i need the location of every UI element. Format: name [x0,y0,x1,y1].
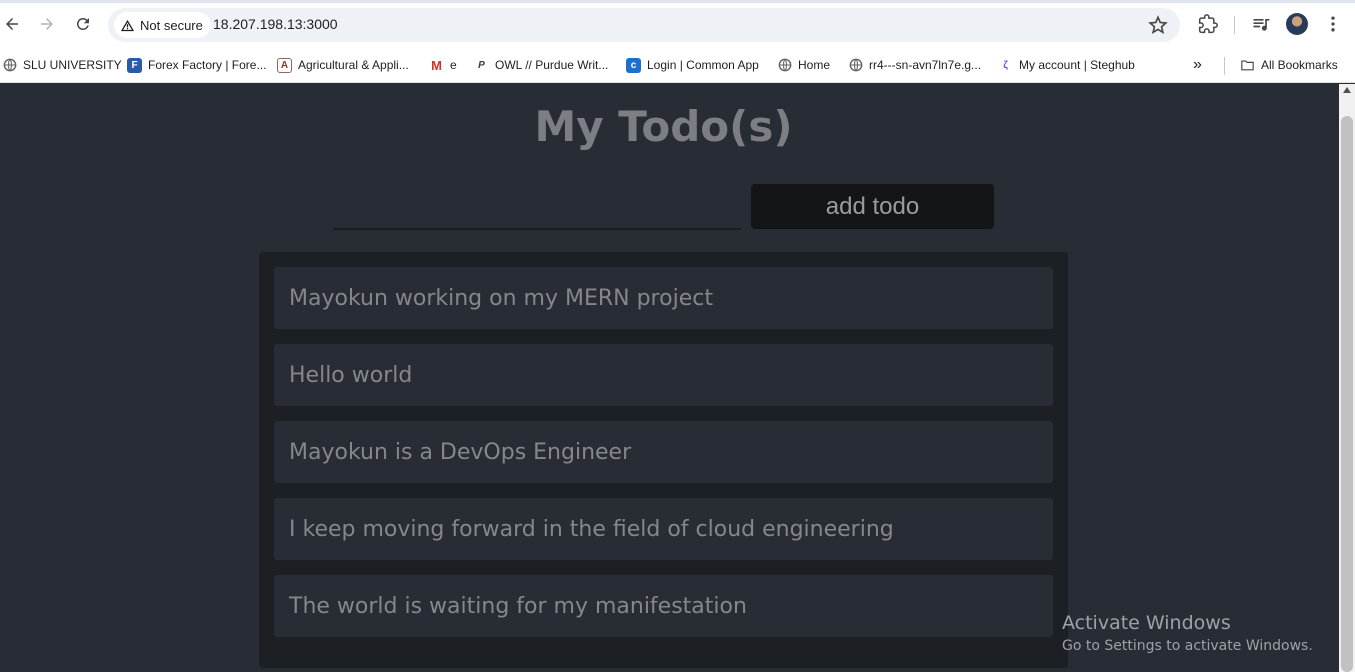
watermark-subtitle: Go to Settings to activate Windows. [1062,638,1313,654]
bookmark-item[interactable]: c Login | Common App [626,54,759,76]
reload-icon [76,17,89,30]
all-bookmarks-label: All Bookmarks [1261,58,1338,72]
back-button[interactable] [0,12,24,36]
todo-list: Mayokun working on my MERN project Hello… [259,252,1068,668]
security-label: Not secure [140,17,203,33]
activate-windows-watermark: Activate Windows Go to Settings to activ… [1062,612,1313,654]
bookmark-item[interactable]: ζ My account | Steghub [998,54,1135,76]
bookmark-item[interactable]: P OWL // Purdue Writ... [474,54,608,76]
security-chip[interactable]: Not secure [114,12,211,38]
steghub-icon: ζ [1003,59,1008,71]
bookmarks-separator [1224,57,1225,75]
profile-avatar[interactable] [1286,13,1308,35]
bookmark-label: OWL // Purdue Writ... [495,58,609,72]
media-controls-icon[interactable] [1250,13,1272,35]
common-app-icon: c [626,57,641,73]
bookmark-label: e [450,58,457,72]
bookmark-label: Home [798,58,831,72]
bookmark-item[interactable]: M e [429,54,457,76]
browser-menu-icon[interactable] [1322,13,1344,35]
globe-icon [777,58,792,73]
bookmark-item[interactable]: F Forex Factory | Fore... [127,54,266,76]
bookmark-item[interactable]: A Agricultural & Appli... [277,54,409,76]
todo-item[interactable]: Mayokun is a DevOps Engineer [274,421,1053,483]
todo-item[interactable]: The world is waiting for my manifestatio… [274,575,1053,637]
gmail-icon: M [431,57,442,73]
todo-item[interactable]: Mayokun working on my MERN project [274,267,1053,329]
forex-factory-icon: F [127,57,142,73]
watermark-title: Activate Windows [1062,612,1231,634]
forward-button[interactable] [35,12,59,36]
todo-item[interactable]: I keep moving forward in the field of cl… [274,498,1053,560]
scroll-up-arrow-icon[interactable] [1343,87,1351,93]
more-bookmarks-chevron-icon[interactable]: » [1193,54,1202,76]
todo-app: My Todo(s) add todo Mayokun working on m… [0,84,1339,672]
back-arrow-icon [6,18,18,30]
folder-icon [1240,58,1255,73]
bookmark-label: rr4---sn-avn7ln7e.g... [869,58,982,72]
bookmark-label: Agricultural & Appli... [298,58,409,72]
page-title: My Todo(s) [534,102,793,151]
globe-icon [2,58,17,73]
address-bar[interactable]: Not secure 18.207.198.13:3000 [108,8,1180,42]
add-todo-button[interactable]: add todo [751,184,994,229]
bookmark-item[interactable]: Home [777,54,830,76]
bookmark-item[interactable]: rr4---sn-avn7ln7e.g... [848,54,981,76]
todo-item[interactable]: Hello world [274,344,1053,406]
scroll-thumb[interactable] [1341,116,1353,672]
page-scrollbar[interactable] [1339,84,1355,672]
agriculture-icon: A [277,57,292,73]
extensions-icon[interactable] [1197,13,1219,35]
url-text[interactable]: 18.207.198.13:3000 [213,16,338,32]
bookmarks-bar: SLU UNIVERSITY F Forex Factory | Fore...… [0,48,1355,83]
forward-arrow-icon [41,18,53,30]
bookmark-label: My account | Steghub [1019,58,1135,72]
globe-icon [848,58,863,73]
reload-button[interactable] [71,12,95,36]
bookmark-label: SLU UNIVERSITY [23,58,122,72]
todo-input[interactable] [333,184,741,230]
owl-icon: P [478,59,485,71]
toolbar-separator [1234,16,1235,34]
browser-toolbar: Not secure 18.207.198.13:3000 [0,0,1355,48]
tab-strip-edge [0,0,1355,3]
bookmark-label: Forex Factory | Fore... [148,58,267,72]
all-bookmarks-button[interactable]: All Bookmarks [1240,54,1338,76]
bookmark-label: Login | Common App [647,58,759,72]
bookmark-star-icon[interactable] [1148,15,1168,35]
warning-triangle-icon [120,19,135,31]
bookmark-item[interactable]: SLU UNIVERSITY [2,54,122,76]
